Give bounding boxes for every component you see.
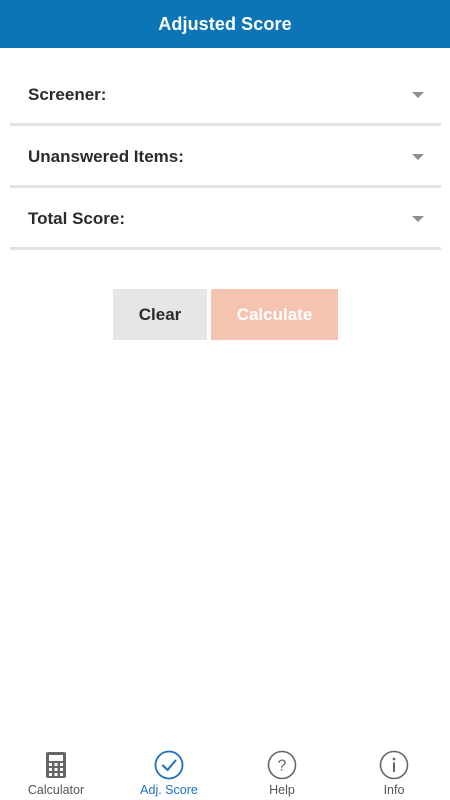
tab-info-label: Info [383,783,405,797]
tab-help-label: Help [269,783,295,797]
screener-select[interactable]: Screener: [10,66,441,126]
tab-adj-score-label: Adj. Score [140,783,198,797]
clear-button[interactable]: Clear [113,289,207,340]
tab-calculator-label: Calculator [27,783,85,797]
app-header: Adjusted Score [0,0,450,48]
tab-calculator[interactable]: Calculator [0,744,112,800]
total-score-select[interactable]: Total Score: [10,190,441,250]
svg-text:?: ? [278,758,287,775]
tab-info[interactable]: Info [338,744,450,800]
unanswered-items-select[interactable]: Unanswered Items: [10,128,441,188]
chevron-down-icon [412,215,424,222]
calculator-icon [41,750,71,780]
question-circle-icon: ? [267,750,297,780]
calculate-button[interactable]: Calculate [211,289,338,340]
page-title: Adjusted Score [158,13,292,34]
tab-help[interactable]: ? Help [226,744,338,800]
bottom-tab-bar: Calculator Adj. Score ? Help Info [0,744,450,800]
chevron-down-icon [412,153,424,160]
chevron-down-icon [412,91,424,98]
check-circle-icon [154,750,184,780]
unanswered-items-label: Unanswered Items: [28,146,184,166]
tab-adj-score[interactable]: Adj. Score [113,744,225,800]
info-circle-icon [379,750,409,780]
screener-label: Screener: [28,84,107,104]
total-score-label: Total Score: [28,208,125,228]
